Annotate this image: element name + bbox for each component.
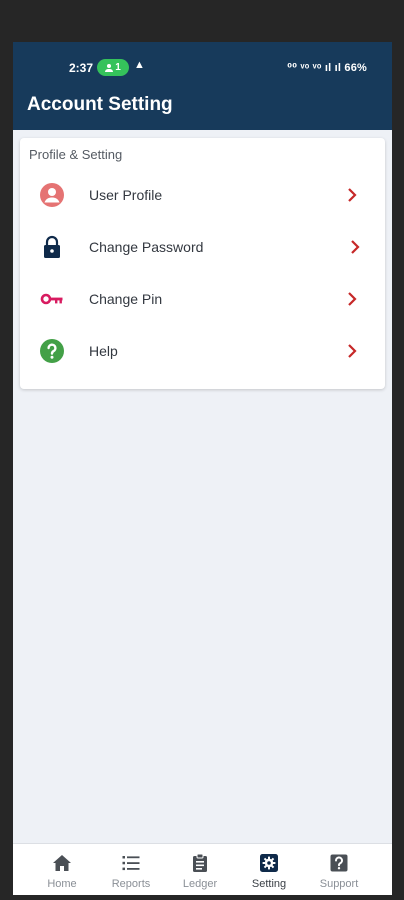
menu-item-change-pin[interactable]: Change Pin: [20, 273, 385, 325]
list-icon: [122, 856, 140, 871]
nav-setting[interactable]: Setting: [239, 844, 299, 895]
status-time: 2:37: [69, 61, 94, 75]
page-title: Account Setting: [27, 94, 173, 115]
phone-screen: 2:37 1 ▲ ⁰⁰ ᵛᵒ ᵛᵒ ıl ıl 66% Account Sett…: [13, 42, 392, 895]
menu-item-label: Change Password: [89, 239, 204, 255]
nav-label: Setting: [251, 878, 287, 890]
status-badge: 1: [97, 59, 129, 76]
frame-bottom: [0, 895, 404, 900]
nav-reports[interactable]: Reports: [101, 844, 161, 895]
chevron-right-icon: [348, 344, 357, 358]
app-bar: 2:37 1 ▲ ⁰⁰ ᵛᵒ ᵛᵒ ıl ıl 66% Account Sett…: [13, 42, 392, 130]
status-extra-icon: ▲: [134, 59, 145, 71]
nav-label: Reports: [111, 878, 151, 890]
nav-ledger[interactable]: Ledger: [170, 844, 230, 895]
help-icon: [40, 339, 64, 363]
profile-settings-card: Profile & Setting User Profile Change Pa…: [20, 138, 385, 389]
lock-icon: [44, 235, 60, 258]
home-icon: [53, 855, 71, 871]
key-icon: [40, 293, 63, 305]
chevron-right-icon: [351, 240, 360, 254]
nav-home[interactable]: Home: [32, 844, 92, 895]
question-icon: [330, 854, 348, 872]
frame-left: [0, 42, 13, 895]
status-bar: 2:37 1 ▲ ⁰⁰ ᵛᵒ ᵛᵒ ıl ıl 66%: [13, 54, 392, 82]
status-badge-count: 1: [115, 62, 121, 73]
menu-item-change-password[interactable]: Change Password: [20, 221, 385, 273]
nav-support[interactable]: Support: [309, 844, 369, 895]
nav-label: Support: [319, 878, 359, 890]
menu-item-label: Change Pin: [89, 291, 163, 307]
menu-item-label: User Profile: [89, 187, 163, 203]
card-title: Profile & Setting: [29, 147, 123, 162]
nav-label: Ledger: [182, 878, 218, 890]
menu-item-help[interactable]: Help: [20, 325, 385, 377]
frame-right: [392, 42, 404, 895]
person-icon: [105, 63, 114, 72]
user-profile-icon: [40, 183, 64, 207]
chevron-right-icon: [348, 292, 357, 306]
gear-icon: [260, 854, 278, 872]
clipboard-icon: [193, 853, 207, 872]
menu-item-label: Help: [89, 343, 118, 359]
nav-label: Home: [47, 878, 77, 890]
bottom-navigation: Home Reports Ledger Setting Support: [13, 843, 392, 895]
chevron-right-icon: [348, 188, 357, 202]
menu-item-user-profile[interactable]: User Profile: [20, 169, 385, 221]
status-indicators: ⁰⁰ ᵛᵒ ᵛᵒ ıl ıl 66%: [287, 62, 367, 74]
frame-top: [0, 0, 404, 42]
